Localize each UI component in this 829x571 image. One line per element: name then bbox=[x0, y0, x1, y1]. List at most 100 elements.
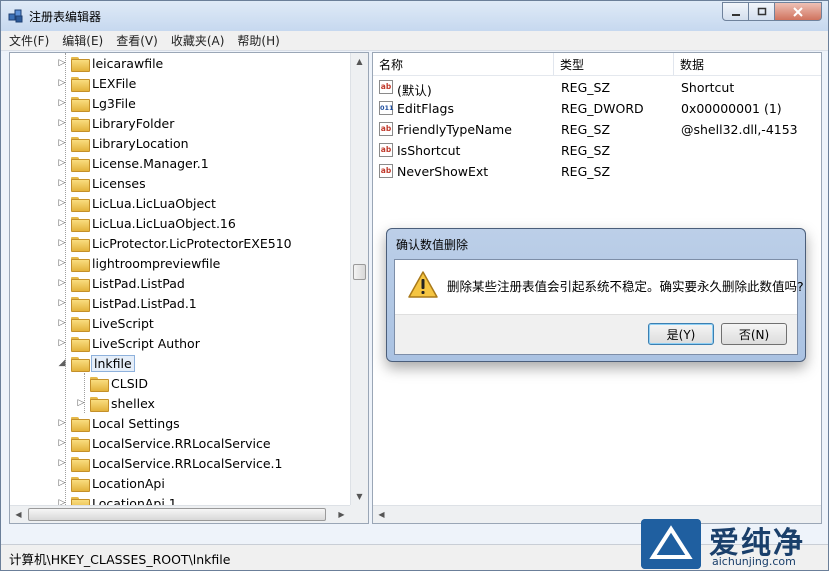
tree-item[interactable]: ▷ ListPad.ListPad bbox=[57, 273, 185, 293]
tree-item[interactable]: ▷ LibraryFolder bbox=[57, 113, 174, 133]
expand-arrow-icon[interactable]: ▷ bbox=[57, 338, 67, 348]
value-name: FriendlyTypeName bbox=[397, 122, 512, 137]
dialog-footer: 是(Y) 否(N) bbox=[395, 314, 797, 354]
value-data: 0x00000001 (1) bbox=[681, 101, 782, 116]
expand-arrow-icon[interactable]: ▷ bbox=[57, 298, 67, 308]
key-tree-pane: ▷ leicarawfile ▷ LEXFile ▷ Lg3File ▷ LibraryFol… bbox=[9, 52, 369, 524]
folder-icon bbox=[71, 76, 90, 92]
tree-item[interactable]: ▷ LocalService.RRLocalService.1 bbox=[57, 453, 282, 473]
tree-item[interactable]: ▷ Licenses bbox=[57, 173, 146, 193]
tree-item-label: lightroompreviewfile bbox=[92, 255, 221, 271]
tree-item[interactable]: ▷ LicLua.LicLuaObject.16 bbox=[57, 213, 236, 233]
status-path: 计算机\HKEY_CLASSES_ROOT\lnkfile bbox=[9, 552, 231, 567]
expand-arrow-icon[interactable]: ▷ bbox=[57, 158, 67, 168]
tree-item-label: LEXFile bbox=[92, 75, 137, 91]
column-header-type[interactable]: 类型 bbox=[554, 53, 674, 75]
tree-item[interactable]: ▷ LiveScript bbox=[57, 313, 154, 333]
collapse-arrow-icon[interactable]: ◢ bbox=[57, 358, 67, 368]
folder-icon bbox=[71, 96, 90, 112]
value-row[interactable]: ab (默认) REG_SZ Shortcut bbox=[373, 77, 821, 98]
scroll-thumb[interactable] bbox=[353, 264, 366, 280]
expand-arrow-icon[interactable]: ▷ bbox=[57, 198, 67, 208]
value-type: REG_SZ bbox=[561, 122, 611, 137]
scroll-left-icon[interactable]: ◀ bbox=[373, 506, 390, 523]
yes-button[interactable]: 是(Y) bbox=[648, 323, 714, 345]
tree-item-label: LocalService.RRLocalService bbox=[92, 435, 271, 451]
tree-item[interactable]: ▷ Local Settings bbox=[57, 413, 180, 433]
expand-arrow-icon[interactable]: ▷ bbox=[57, 438, 67, 448]
minimize-button[interactable] bbox=[722, 2, 749, 21]
column-header-data[interactable]: 数据 bbox=[674, 53, 821, 75]
expand-arrow-icon[interactable]: ▷ bbox=[57, 278, 67, 288]
tree-item[interactable]: ▷ License.Manager.1 bbox=[57, 153, 209, 173]
folder-icon bbox=[90, 376, 109, 392]
value-row[interactable]: ab IsShortcut REG_SZ bbox=[373, 140, 821, 161]
tree-item-label: LicLua.LicLuaObject.16 bbox=[92, 215, 236, 231]
tree-item[interactable]: ▷ LicLua.LicLuaObject bbox=[57, 193, 216, 213]
tree-item[interactable]: ▷ LicProtector.LicProtectorEXE510 bbox=[57, 233, 292, 253]
expand-arrow-icon[interactable]: ▷ bbox=[57, 418, 67, 428]
tree-item[interactable]: ▷ LocalService.RRLocalService bbox=[57, 433, 271, 453]
expand-arrow-icon[interactable]: ▷ bbox=[76, 398, 86, 408]
tree-item-label: License.Manager.1 bbox=[92, 155, 209, 171]
maximize-button[interactable] bbox=[748, 2, 775, 21]
folder-icon bbox=[71, 196, 90, 212]
tree-item[interactable]: ▷ LocationApi bbox=[57, 473, 165, 493]
expand-arrow-icon[interactable]: ▷ bbox=[57, 58, 67, 68]
expand-arrow-icon[interactable]: ▷ bbox=[57, 478, 67, 488]
folder-icon bbox=[71, 176, 90, 192]
value-data: @shell32.dll,-4153 bbox=[681, 122, 798, 137]
close-button[interactable] bbox=[774, 2, 822, 21]
no-button[interactable]: 否(N) bbox=[721, 323, 787, 345]
column-header-name[interactable]: 名称 bbox=[373, 53, 554, 75]
folder-icon bbox=[90, 396, 109, 412]
tree-vertical-scrollbar[interactable]: ▲ ▼ bbox=[350, 53, 368, 505]
tree-item[interactable]: ▷ LEXFile bbox=[57, 73, 136, 93]
scroll-down-icon[interactable]: ▼ bbox=[351, 488, 368, 505]
menu-help[interactable]: 帮助(H) bbox=[237, 32, 279, 49]
menu-view[interactable]: 查看(V) bbox=[116, 32, 158, 49]
minimize-icon bbox=[731, 13, 740, 16]
expand-arrow-icon[interactable]: ▷ bbox=[57, 258, 67, 268]
menu-edit[interactable]: 编辑(E) bbox=[62, 32, 103, 49]
tree-item[interactable]: ▷ shellex bbox=[76, 393, 155, 413]
string-value-icon: ab bbox=[379, 164, 393, 178]
folder-icon bbox=[71, 216, 90, 232]
folder-icon bbox=[71, 116, 90, 132]
scroll-up-icon[interactable]: ▲ bbox=[351, 53, 368, 70]
dialog-title: 确认数值删除 bbox=[396, 238, 469, 252]
expand-arrow-icon[interactable]: ▷ bbox=[57, 138, 67, 148]
tree-horizontal-scrollbar[interactable]: ◀ ▶ bbox=[10, 505, 350, 523]
scroll-thumb[interactable] bbox=[28, 508, 326, 521]
tree-item[interactable]: ▷ ListPad.ListPad.1 bbox=[57, 293, 197, 313]
value-data: Shortcut bbox=[681, 80, 735, 95]
value-row[interactable]: ab FriendlyTypeName REG_SZ @shell32.dll,-41… bbox=[373, 119, 821, 140]
tree-item[interactable]: ▷ leicarawfile bbox=[57, 53, 163, 73]
value-name: (默认) bbox=[397, 83, 432, 98]
tree-item[interactable]: CLSID bbox=[76, 373, 148, 393]
expand-arrow-icon[interactable]: ▷ bbox=[57, 318, 67, 328]
expand-arrow-icon[interactable]: ▷ bbox=[57, 238, 67, 248]
tree-item[interactable]: ▷ LibraryLocation bbox=[57, 133, 189, 153]
menu-favorites[interactable]: 收藏夹(A) bbox=[171, 32, 225, 49]
expand-arrow-icon[interactable]: ▷ bbox=[57, 458, 67, 468]
tree-item[interactable]: ▷ Lg3File bbox=[57, 93, 136, 113]
tree-item[interactable]: ▷ LiveScript Author bbox=[57, 333, 200, 353]
expand-arrow-icon[interactable]: ▷ bbox=[57, 118, 67, 128]
registry-editor-window: 注册表编辑器 文件(F) 编辑(E) 查看(V) 收藏夹(A) 帮助(H) ▷ l… bbox=[0, 0, 829, 571]
tree-item-label: ListPad.ListPad bbox=[92, 275, 185, 291]
scroll-left-icon[interactable]: ◀ bbox=[10, 506, 27, 523]
tree-item[interactable]: ▷ lightroompreviewfile bbox=[57, 253, 220, 273]
value-row[interactable]: ab NeverShowExt REG_SZ bbox=[373, 161, 821, 182]
expand-arrow-icon[interactable]: ▷ bbox=[57, 218, 67, 228]
menu-file[interactable]: 文件(F) bbox=[9, 32, 49, 49]
tree-item[interactable]: ◢ lnkfile bbox=[57, 353, 135, 373]
expand-arrow-icon[interactable]: ▷ bbox=[57, 78, 67, 88]
expand-arrow-icon[interactable]: ▷ bbox=[57, 178, 67, 188]
value-row[interactable]: 011 EditFlags REG_DWORD 0x00000001 (1) bbox=[373, 98, 821, 119]
site-watermark: 爱纯净 aichunjing.com bbox=[639, 516, 829, 571]
expand-arrow-icon[interactable]: ▷ bbox=[57, 98, 67, 108]
scroll-right-icon[interactable]: ▶ bbox=[333, 506, 350, 523]
folder-icon bbox=[71, 236, 90, 252]
folder-icon bbox=[71, 276, 90, 292]
